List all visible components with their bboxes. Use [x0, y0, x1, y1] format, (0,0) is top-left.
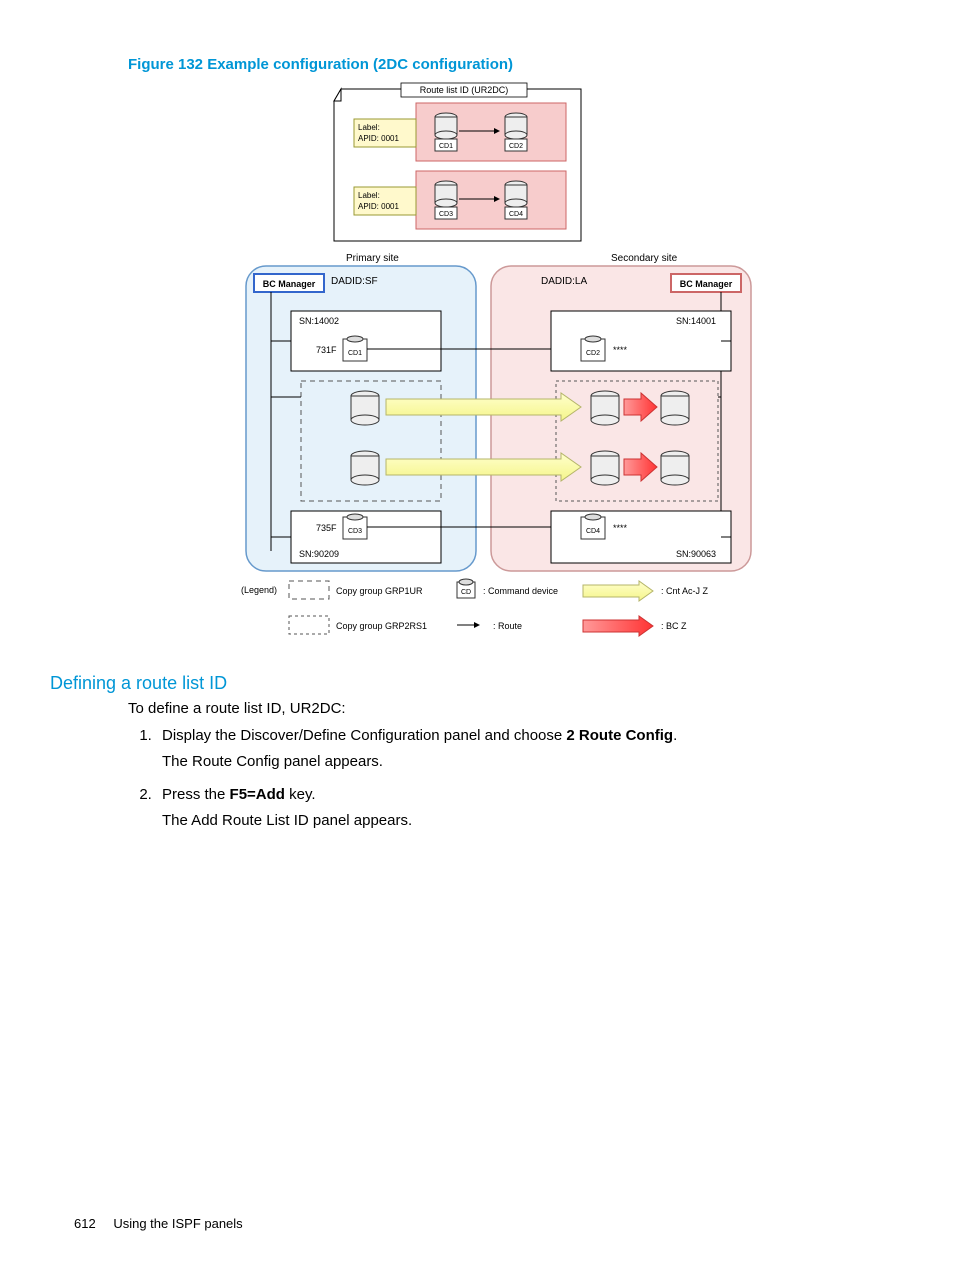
svg-text:BC Manager: BC Manager [263, 279, 316, 289]
step-2-text-a: Press the [162, 786, 230, 803]
svg-text:CD4: CD4 [586, 528, 600, 535]
svg-text:CD3: CD3 [439, 211, 453, 218]
svg-text:: Cnt Ac-J Z: : Cnt Ac-J Z [661, 586, 709, 596]
svg-text:SN:90063: SN:90063 [676, 549, 716, 559]
figure-diagram: Route list ID (UR2DC) Label: APID: 0001 … [221, 81, 761, 661]
step-1: Display the Discover/Define Configuratio… [156, 723, 854, 774]
step-2: Press the F5=Add key. The Add Route List… [156, 782, 854, 833]
svg-text:SN:14001: SN:14001 [676, 316, 716, 326]
svg-text:CD1: CD1 [439, 143, 453, 150]
svg-text:****: **** [613, 523, 628, 533]
svg-text:: BC Z: : BC Z [661, 621, 687, 631]
svg-text:CD1: CD1 [348, 350, 362, 357]
intro-text: To define a route list ID, UR2DC: [128, 700, 854, 717]
step-1-bold: 2 Route Config [566, 727, 673, 744]
svg-text:Secondary site: Secondary site [611, 253, 678, 264]
step-2-text-b: key. [285, 786, 316, 803]
chapter-title: Using the ISPF panels [113, 1216, 242, 1231]
svg-text:CD: CD [461, 589, 471, 596]
svg-text:Route list ID (UR2DC): Route list ID (UR2DC) [420, 85, 509, 95]
svg-text:****: **** [613, 345, 628, 355]
svg-text:SN:90209: SN:90209 [299, 549, 339, 559]
figure-caption: Figure 132 Example configuration (2DC co… [128, 56, 854, 73]
svg-text:CD2: CD2 [509, 143, 523, 150]
page-footer: 612 Using the ISPF panels [74, 1216, 243, 1231]
svg-text:735F: 735F [316, 523, 337, 533]
page-number: 612 [74, 1216, 96, 1231]
svg-text:CD2: CD2 [586, 350, 600, 357]
step-1-text-a: Display the Discover/Define Configuratio… [162, 727, 566, 744]
svg-text:DADID:LA: DADID:LA [541, 276, 587, 287]
svg-text:(Legend): (Legend) [241, 585, 277, 595]
step-1-text-b: . [673, 727, 677, 744]
svg-text:: Command device: : Command device [483, 586, 558, 596]
svg-text:DADID:SF: DADID:SF [331, 276, 378, 287]
svg-text:CD4: CD4 [509, 211, 523, 218]
svg-text:Label:: Label: [358, 191, 380, 200]
svg-text:Primary site: Primary site [346, 253, 399, 264]
svg-text:BC Manager: BC Manager [680, 279, 733, 289]
step-1-line-2: The Route Config panel appears. [162, 753, 383, 770]
svg-text:SN:14002: SN:14002 [299, 316, 339, 326]
svg-text:APID: 0001: APID: 0001 [358, 134, 399, 143]
svg-text:Label:: Label: [358, 123, 380, 132]
svg-text:CD3: CD3 [348, 528, 362, 535]
svg-text:Copy group GRP2RS1: Copy group GRP2RS1 [336, 621, 427, 631]
step-2-bold: F5=Add [230, 786, 285, 803]
step-2-line-2: The Add Route List ID panel appears. [162, 812, 412, 829]
svg-text:APID: 0001: APID: 0001 [358, 202, 399, 211]
svg-text:: Route: : Route [493, 621, 522, 631]
svg-text:Copy group GRP1UR: Copy group GRP1UR [336, 586, 423, 596]
step-list: Display the Discover/Define Configuratio… [128, 723, 854, 833]
section-heading: Defining a route list ID [50, 673, 854, 694]
svg-text:731F: 731F [316, 345, 337, 355]
